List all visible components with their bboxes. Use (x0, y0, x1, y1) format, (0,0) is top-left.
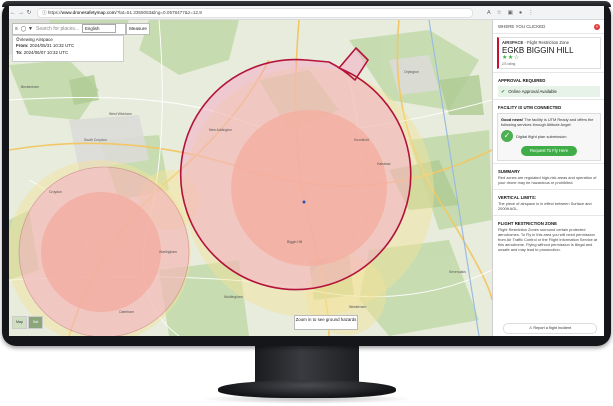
frz-text: Flight Restriction Zones surround certai… (498, 227, 598, 252)
report-incident-button[interactable]: ⚠ Report a flight incident (503, 323, 597, 334)
approval-status: ✔ Online Approval Available (498, 86, 600, 97)
to-label: To: (16, 49, 23, 55)
map-base (9, 20, 492, 336)
panel-header: WHERE YOU CLICKED × (493, 20, 604, 34)
airspace-type-bold: AIRSPACE (502, 40, 524, 45)
map-label: Biggin Hill (287, 240, 303, 244)
map-label: South Croydon (84, 138, 107, 142)
summary-title: SUMMARY (498, 169, 521, 174)
vertical-limits-title: VERTICAL LIMITS: (498, 195, 537, 200)
map-label: Orpington (404, 70, 419, 74)
screen: ← → ↻ ⓘ https://www.dronesafetymap.com/?… (9, 6, 604, 336)
map-label: Knockholt (354, 138, 369, 142)
map-label: Warlingham (159, 250, 177, 254)
url-domain: www.dronesafetymap.com (61, 9, 116, 15)
map-label: Westerham (349, 305, 367, 309)
vertical-limits-text: The piece of airspace is in effect betwe… (498, 201, 592, 211)
viewing-airspace-box[interactable]: ⏱Viewing Airspace From: 2024/05/31 10:32… (12, 35, 124, 62)
menu-icon[interactable]: ⋮ (528, 10, 534, 16)
url-prefix: https:// (47, 9, 62, 15)
monitor-stand-base (218, 380, 396, 398)
zoom-hint: Zoom in to see ground hazards (294, 315, 358, 330)
info-panel: WHERE YOU CLICKED × AIRSPACE - Flight Re… (492, 20, 604, 336)
forward-icon[interactable]: → (17, 10, 25, 16)
utm-card: Good news! The facility is UTM Ready and… (497, 113, 601, 161)
basemap-switcher: Map Sat (12, 316, 43, 329)
basemap-map-button[interactable]: Map (12, 316, 27, 329)
approval-title: APPROVAL REQUIRED (498, 78, 546, 83)
map-label: Beckenham (21, 85, 39, 89)
browser-actions: A ☆ ▣ ● ⋮ (487, 10, 534, 16)
airspace-type: AIRSPACE - Flight Restriction Zone (502, 40, 597, 45)
report-incident-label: Report a flight incident (533, 326, 572, 330)
extensions-icon[interactable]: ▣ (508, 10, 513, 16)
utm-service-row: ✓ Digital flight plan submission (501, 130, 597, 142)
close-icon[interactable]: × (594, 23, 600, 30)
map-label: Sevenoaks (449, 270, 466, 274)
panel-header-title: WHERE YOU CLICKED (498, 24, 546, 29)
check-circle-icon: ✓ (501, 130, 513, 142)
from-label: From: (16, 43, 29, 49)
locate-icon[interactable]: ◯ (20, 26, 27, 32)
map-label: Woldingham (224, 295, 243, 299)
map-canvas[interactable]: Beckenham West Wickham New Addington Big… (9, 20, 492, 336)
request-to-fly-button[interactable]: Request To Fly Here (521, 146, 577, 156)
monitor-stand-neck (255, 344, 359, 384)
check-icon: ✔ (501, 88, 506, 95)
from-value: 2024/05/31 10:32 UTC (29, 43, 75, 49)
frz-title: FLIGHT RESTRICTION ZONE (498, 221, 557, 226)
airspace-name: EGKB BIGGIN HILL (502, 46, 574, 55)
url-rest: /?lat=51.3355053&lng=0.0578477&z=12.9 (115, 9, 202, 15)
layers-icon[interactable]: ≡ (13, 26, 20, 32)
utm-text: Good news! The facility is UTM Ready and… (501, 117, 597, 127)
back-icon[interactable]: ← (9, 10, 17, 16)
utm-service: Digital flight plan submission (516, 133, 567, 139)
airspace-card: AIRSPACE - Flight Restriction Zone EGKB … (497, 37, 601, 69)
rating-caption: 2/3 rating (502, 62, 516, 66)
browser-toolbar: ← → ↻ ⓘ https://www.dronesafetymap.com/?… (9, 6, 604, 20)
measure-button[interactable]: Measure (126, 23, 150, 35)
map-label: Halstead (377, 162, 391, 166)
approval-text: Online Approval Available (508, 89, 557, 94)
utm-title: FACILITY IS UTM CONNECTED (498, 105, 562, 110)
map-label: Caterham (119, 310, 134, 314)
basemap-sat-button[interactable]: Sat (28, 316, 43, 329)
airspace-type-rest: - Flight Restriction Zone (523, 40, 569, 45)
map-label: West Wickham (109, 112, 132, 116)
rating-stars: ★★☆ (502, 55, 520, 61)
address-bar[interactable]: ⓘ https://www.dronesafetymap.com/?lat=51… (37, 7, 473, 18)
map-label: New Addington (209, 128, 232, 132)
star-icon[interactable]: ☆ (497, 10, 502, 16)
reload-icon[interactable]: ↻ (25, 9, 33, 16)
viewing-title: Viewing Airspace (19, 37, 53, 42)
profile-icon[interactable]: ● (519, 10, 522, 16)
language-select[interactable]: English (82, 24, 116, 33)
filter-icon[interactable]: ▼ (27, 26, 34, 32)
summary-text: Red zones are regulated high-risk areas … (498, 175, 597, 185)
map-label: Croydon (49, 190, 62, 194)
to-value: 2024/06/07 10:32 UTC (23, 49, 69, 55)
translate-icon[interactable]: A (487, 10, 491, 16)
